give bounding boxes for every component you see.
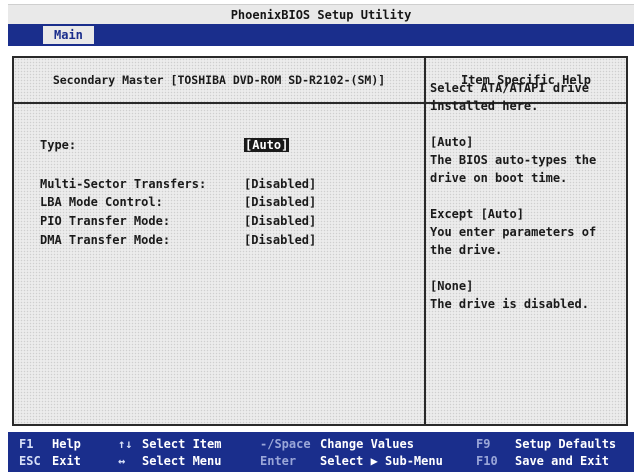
status-label-setup-defaults: Setup Defaults	[515, 437, 617, 451]
field-type-label: Type:	[40, 138, 77, 152]
field-type-value[interactable]: [Auto]	[244, 138, 290, 152]
panel-divider-vertical	[424, 58, 426, 424]
status-label-help: Help	[52, 437, 81, 451]
status-label-save-exit: Save and Exit	[515, 454, 609, 468]
field-lba-mode-value[interactable]: [Disabled]	[244, 195, 316, 209]
app-title: PhoenixBIOS Setup Utility	[230, 8, 412, 22]
status-label-select-menu: Select Menu	[142, 454, 222, 468]
field-multi-sector-label: Multi-Sector Transfers:	[40, 177, 207, 191]
status-bar: F1 Help ESC Exit ↑↓ Select Item ↔ Select…	[8, 432, 634, 472]
updown-arrow-icon: ↑↓	[118, 437, 133, 451]
status-key-f1: F1	[19, 437, 34, 451]
field-multi-sector-value[interactable]: [Disabled]	[244, 177, 316, 191]
status-key-esc: ESC	[19, 454, 41, 468]
status-label-exit: Exit	[52, 454, 81, 468]
status-label-sub-menu: Select ▶ Sub-Menu	[320, 454, 443, 468]
app-title-bar: PhoenixBIOS Setup Utility	[8, 4, 634, 25]
status-label-change-values: Change Values	[320, 437, 414, 451]
status-label-select-item: Select Item	[142, 437, 222, 451]
item-help-text: Select ATA/ATAPI drive installed here. […	[430, 81, 597, 311]
menu-bar: Main	[8, 24, 634, 46]
bios-screen: PhoenixBIOS Setup Utility Main Secondary…	[0, 0, 640, 475]
leftright-arrow-icon: ↔	[118, 454, 126, 468]
status-key-change: -/Space	[260, 437, 311, 451]
field-dma-mode-label: DMA Transfer Mode:	[40, 233, 171, 247]
tab-main[interactable]: Main	[43, 26, 94, 44]
status-key-f9: F9	[476, 437, 491, 451]
field-lba-mode-label: LBA Mode Control:	[40, 195, 163, 209]
status-key-enter: Enter	[260, 454, 297, 468]
field-dma-mode-value[interactable]: [Disabled]	[244, 233, 316, 247]
field-pio-mode-label: PIO Transfer Mode:	[40, 214, 171, 228]
field-pio-mode-value[interactable]: [Disabled]	[244, 214, 316, 228]
panel-header: Secondary Master [TOSHIBA DVD-ROM SD-R21…	[52, 73, 386, 87]
status-key-f10: F10	[476, 454, 498, 468]
